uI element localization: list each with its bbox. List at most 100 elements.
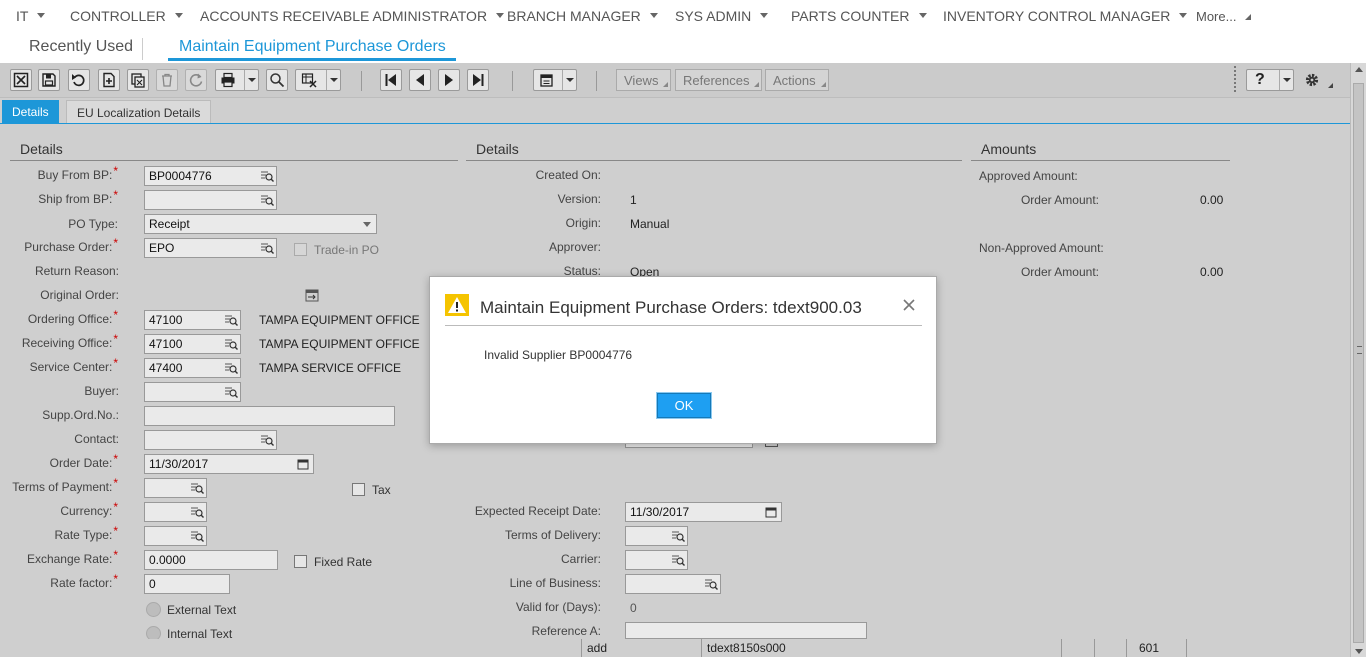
help-button[interactable]: ? (1246, 69, 1294, 91)
last-record-button[interactable] (467, 69, 489, 91)
chevron-down-icon (496, 12, 505, 18)
settings-button[interactable] (1299, 69, 1335, 91)
dialog-title: Maintain Equipment Purchase Orders: tdex… (480, 298, 862, 317)
save-button[interactable] (38, 69, 60, 91)
copy-record-button[interactable] (127, 69, 149, 91)
calendar-icon[interactable] (765, 506, 777, 518)
external-text-indicator-icon[interactable] (146, 602, 161, 617)
middle-section-divider (466, 160, 962, 161)
first-record-button[interactable] (380, 69, 402, 91)
supp-ord-no-label: Supp.Ord.No.: (42, 408, 119, 422)
previous-record-button[interactable] (409, 69, 431, 91)
gear-icon (1305, 73, 1319, 87)
ordering-office-input[interactable]: 47100 (144, 310, 241, 330)
zoom-lookup-icon[interactable] (190, 481, 204, 495)
zoom-lookup-icon[interactable] (190, 529, 204, 543)
filter-button[interactable] (295, 69, 341, 91)
print-button[interactable] (215, 69, 259, 91)
terms-of-payment-input[interactable] (144, 478, 207, 498)
role-menu-inventory-control[interactable]: INVENTORY CONTROL MANAGER (943, 8, 1188, 24)
scrollbar-thumb[interactable] (1353, 83, 1364, 643)
reference-a-input[interactable] (625, 622, 867, 639)
calendar-icon[interactable] (297, 458, 309, 470)
zoom-lookup-icon[interactable] (704, 577, 718, 591)
zoom-lookup-icon[interactable] (260, 241, 274, 255)
status-blank-2 (1094, 639, 1126, 657)
status-blank-3 (1186, 639, 1350, 657)
purchase-order-input[interactable]: EPO (144, 238, 277, 258)
original-order-link-icon[interactable] (305, 289, 319, 302)
save-and-close-button[interactable] (10, 69, 32, 91)
role-menu-controller[interactable]: CONTROLLER (70, 8, 183, 24)
supp-ord-no-input[interactable] (144, 406, 395, 426)
close-icon[interactable] (902, 298, 916, 312)
buy-from-bp-input[interactable]: BP0004776 (144, 166, 277, 186)
zoom-lookup-icon[interactable] (190, 505, 204, 519)
buyer-input[interactable] (144, 382, 241, 402)
zoom-lookup-icon[interactable] (671, 553, 685, 567)
trade-in-po-checkbox[interactable] (294, 243, 307, 256)
tax-checkbox[interactable] (352, 483, 365, 496)
receiving-office-input[interactable]: 47100 (144, 334, 241, 354)
zoom-lookup-icon[interactable] (224, 337, 238, 351)
zoom-lookup-icon[interactable] (224, 361, 238, 375)
calendar-options-dropdown[interactable] (562, 70, 576, 90)
zoom-lookup-icon[interactable] (671, 529, 685, 543)
vertical-scrollbar[interactable] (1350, 63, 1366, 657)
find-button[interactable] (266, 69, 288, 91)
tab-recently-used[interactable]: Recently Used (29, 38, 133, 56)
contact-input[interactable] (144, 430, 277, 450)
undo-button[interactable] (68, 69, 90, 91)
ok-button[interactable]: OK (657, 393, 711, 418)
zoom-lookup-icon[interactable] (260, 433, 274, 447)
role-menu-parts-counter[interactable]: PARTS COUNTER (791, 8, 927, 24)
next-record-button[interactable] (438, 69, 460, 91)
zoom-lookup-icon[interactable] (224, 313, 238, 327)
tab-maintain-equipment-purchase-orders[interactable]: Maintain Equipment Purchase Orders (179, 38, 446, 56)
rate-factor-input[interactable]: 0 (144, 574, 230, 594)
terms-of-delivery-input[interactable] (625, 526, 688, 546)
service-center-input[interactable]: 47400 (144, 358, 241, 378)
delete-button[interactable] (156, 69, 178, 91)
role-menu-branch-manager[interactable]: BRANCH MANAGER (507, 8, 658, 24)
scroll-down-icon[interactable] (1355, 649, 1363, 654)
tab-details[interactable]: Details (2, 100, 59, 124)
rate-type-input[interactable] (144, 526, 207, 546)
scroll-up-icon[interactable] (1355, 67, 1363, 72)
purchase-order-label: Purchase Order:* (24, 236, 118, 254)
exchange-rate-label: Exchange Rate:* (26, 548, 118, 566)
role-menu-accounts-receivable[interactable]: ACCOUNTS RECEIVABLE ADMINISTRATOR (200, 8, 505, 24)
filter-options-dropdown[interactable] (326, 70, 340, 90)
toolbar-separator (596, 71, 597, 91)
calendar-button[interactable] (533, 69, 577, 91)
new-record-button[interactable] (98, 69, 120, 91)
tab-eu-localization-details[interactable]: EU Localization Details (66, 100, 212, 124)
exchange-rate-input[interactable]: 0.0000 (144, 550, 278, 570)
refresh-button[interactable] (185, 69, 207, 91)
non-approved-order-amount-value: 0.00 (1200, 265, 1224, 279)
more-menu[interactable]: More... (1196, 9, 1252, 24)
help-options-dropdown[interactable] (1279, 70, 1293, 90)
references-menu[interactable]: References (675, 69, 763, 91)
role-menu-sys-admin[interactable]: SYS ADMIN (675, 8, 769, 24)
role-menu-it[interactable]: IT (16, 8, 46, 24)
ship-from-bp-input[interactable] (144, 190, 277, 210)
po-type-select[interactable]: Receipt (144, 214, 377, 234)
currency-input[interactable] (144, 502, 207, 522)
zoom-lookup-icon[interactable] (224, 385, 238, 399)
print-options-dropdown[interactable] (244, 70, 258, 90)
fixed-rate-checkbox[interactable] (294, 555, 307, 568)
valid-for-days-label: Valid for (Days): (515, 600, 601, 614)
zoom-lookup-icon[interactable] (260, 169, 274, 183)
terms-of-delivery-label: Terms of Delivery: (504, 528, 601, 542)
expected-receipt-date-input[interactable]: 11/30/2017 (625, 502, 782, 522)
origin-label: Origin: (565, 216, 601, 230)
views-menu[interactable]: Views (616, 69, 672, 91)
zoom-lookup-icon[interactable] (260, 193, 274, 207)
actions-menu[interactable]: Actions (765, 69, 829, 91)
order-date-input[interactable]: 11/30/2017 (144, 454, 314, 474)
ship-from-bp-label: Ship from BP:* (38, 188, 118, 206)
line-of-business-input[interactable] (625, 574, 721, 594)
carrier-input[interactable] (625, 550, 688, 570)
external-text-label[interactable]: External Text (167, 603, 236, 617)
